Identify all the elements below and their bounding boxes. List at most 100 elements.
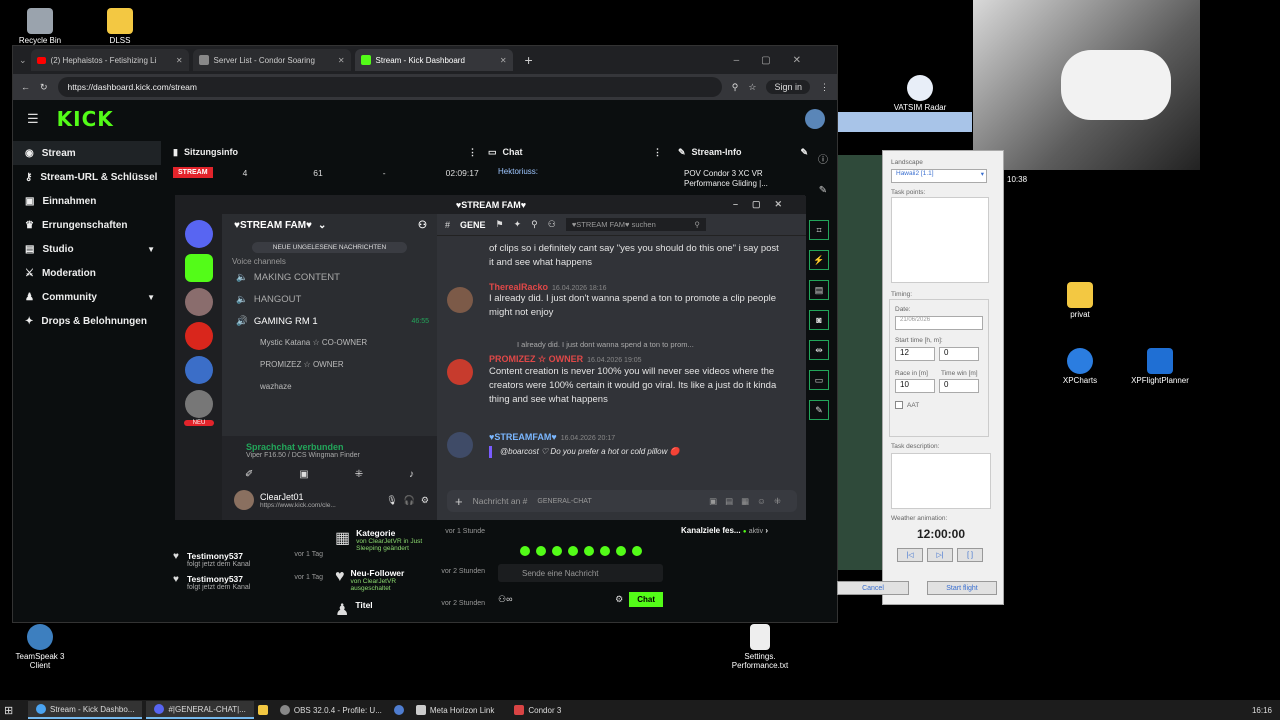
close-icon[interactable]: ✕ [176,56,183,65]
unread-banner[interactable]: NEUE UNGELESENE NACHRICHTEN [252,242,407,253]
headset-icon[interactable]: 🎧 [404,495,415,506]
server-header[interactable]: ♥STREAM FAM♥ ⌄ ⚇ [222,214,437,236]
taskbar-item-obs[interactable]: OBS 32.0.4 - Profile: U... [272,701,390,719]
close-icon[interactable]: ✕ [338,56,345,65]
add-user-icon[interactable]: ⚇ [418,220,427,231]
nav-stream-url[interactable]: ⚷ Stream-URL & Schlüssel [13,165,161,189]
edit-icon[interactable]: ✎ [800,147,808,158]
server-icon[interactable] [185,390,213,418]
start-minute-input[interactable]: 0 [939,347,979,361]
avatar[interactable] [234,490,254,510]
emote-icon[interactable] [519,546,530,556]
emote-icon[interactable] [551,546,562,556]
cancel-button[interactable]: Cancel [837,581,909,595]
avatar[interactable] [805,109,825,129]
desktop-icon-xpflightplanner[interactable]: XPFlightPlanner [1125,348,1195,385]
settings-icon[interactable]: ⌗ [809,220,829,240]
link-icon[interactable]: ⇹ [809,340,829,360]
desktop-icon-vatsim[interactable]: VATSIM Radar [885,75,955,112]
nav-earnings[interactable]: ▣ Einnahmen [13,189,161,213]
voice-user[interactable]: PROMIZEZ ☆ OWNER [260,354,437,376]
emote-icon[interactable] [631,546,642,556]
zoom-icon[interactable]: ⚲ [732,82,739,93]
desktop-icon-teamspeak[interactable]: TeamSpeak 3 Client [5,624,75,670]
screen-share-icon[interactable]: ▣ [299,469,308,480]
search-input[interactable]: ♥STREAM FAM♥ suchen ⚲ [565,218,706,231]
taskbar-item-meta[interactable]: Meta Horizon Link [408,701,502,719]
desktop-icon-settings-file[interactable]: Settings. Performance.txt [725,624,795,670]
pen-icon[interactable]: ✎ [813,176,833,206]
taskbar-item-discord[interactable]: #|GENERAL-CHAT|... [146,701,254,719]
more-icon[interactable]: ⋮ [653,147,662,158]
video-off-icon[interactable]: ✐ [245,469,253,480]
emote-icon[interactable] [567,546,578,556]
wrench-icon[interactable]: ✎ [809,400,829,420]
date-input[interactable]: 21/06/2026 [895,316,983,330]
nav-moderation[interactable]: ⚔ Moderation [13,261,161,285]
race-input[interactable]: 10 [895,379,935,393]
start-icon[interactable]: ⊞ [4,704,24,717]
star-icon[interactable]: ☆ [748,82,756,93]
emote-icon[interactable] [535,546,546,556]
task-points-list[interactable] [891,197,989,283]
discord-home-icon[interactable] [185,220,213,248]
info-icon[interactable]: ⓘ [813,146,833,176]
tab-hephaistos[interactable]: (2) Hephaistos - Fetishizing Li ✕ [30,49,189,71]
nav-achievements[interactable]: ♛ Errungenschaften [13,213,161,237]
voice-channel-hangout[interactable]: 🔈 HANGOUT [222,288,437,310]
mic-icon[interactable]: 🎙 [386,495,397,506]
chat-input[interactable]: Sende eine Nachricht [498,564,663,582]
start-hour-input[interactable]: 12 [895,347,935,361]
hamburger-icon[interactable]: ☰ [27,111,39,127]
voice-user[interactable]: wazhaze [260,376,437,398]
message-input[interactable]: + Nachricht an # GENERAL-CHAT ▣▤▦☺⁜ [447,490,797,512]
stop-button[interactable]: [ ] [957,548,983,562]
play-button[interactable]: ▷| [927,548,953,562]
more-icon[interactable]: ⋮ [468,147,477,158]
task-description-box[interactable] [891,453,991,509]
activity-icon[interactable]: ⁜ [355,469,363,480]
nav-stream[interactable]: ◉ Stream [13,141,161,165]
nav-studio[interactable]: ▤ Studio ▼ [13,237,161,261]
input-tools-icons[interactable]: ▣▤▦☺⁜ [709,496,789,507]
nav-community[interactable]: ♟ Community ▼ [13,285,161,309]
aat-checkbox[interactable] [895,401,903,409]
kick-logo[interactable]: KICK [57,107,114,131]
server-icon-kick[interactable] [185,254,213,282]
tab-condor-server-list[interactable]: Server List - Condor Soaring ✕ [192,49,351,71]
bell-icon[interactable]: ✦ [514,219,522,230]
close-icon[interactable]: ✕ [500,56,507,65]
folder-icon[interactable] [257,705,268,715]
soundboard-icon[interactable]: ♪ [409,469,414,480]
nav-drops[interactable]: ✦ Drops & Belohnungen [13,309,161,333]
pin-icon[interactable]: ⚲ [531,219,538,230]
desktop-icon-privat[interactable]: privat [1045,282,1115,319]
desktop-icon-xpcharts[interactable]: XPCharts [1045,348,1115,385]
server-icon[interactable] [185,356,213,384]
time-window-input[interactable]: 0 [939,379,979,393]
desktop-icon-recycle-bin[interactable]: Recycle Bin [5,8,75,45]
flash-icon[interactable]: ⚡ [809,250,829,270]
app-icon[interactable] [393,705,404,715]
users-icon[interactable]: ⚇∞ [498,594,512,605]
voice-channel-gaming[interactable]: 🔊 GAMING RM 1 46:55 [222,310,437,332]
taskbar-item-kick[interactable]: Stream - Kick Dashbo... [28,701,143,719]
chat-send-button[interactable]: Chat [629,592,663,607]
voice-channel-making-content[interactable]: 🔈 MAKING CONTENT [222,266,437,288]
rewind-button[interactable]: |◁ [897,548,923,562]
document-icon[interactable]: ▤ [809,280,829,300]
desktop-icon-dlss[interactable]: DLSS [85,8,155,45]
start-flight-button[interactable]: Start flight [927,581,997,595]
channel-goals[interactable]: Kanalziele fes... ● aktiv › [681,526,768,535]
emote-icon[interactable] [583,546,594,556]
threads-icon[interactable]: ⚑ [496,219,504,230]
gear-icon[interactable]: ⚙ [615,594,623,605]
window-controls[interactable]: –▢✕ [733,199,796,210]
back-icon[interactable]: ← [21,82,30,92]
reload-icon[interactable]: ↻ [40,82,48,93]
members-icon[interactable]: ⚇ [548,219,556,230]
emote-icon[interactable] [599,546,610,556]
tab-list-icon[interactable]: ⌄ [19,55,27,66]
tab-kick-dashboard[interactable]: Stream - Kick Dashboard ✕ [354,49,513,71]
gear-icon[interactable]: ⚙ [421,495,429,506]
